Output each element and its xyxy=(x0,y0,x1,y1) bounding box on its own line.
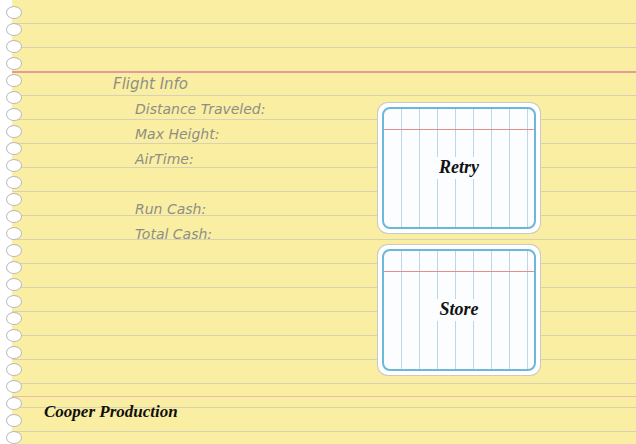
card-face: Store xyxy=(382,249,536,371)
cash-stats: Run Cash:Total Cash: xyxy=(113,197,378,247)
binding-hole xyxy=(6,244,22,257)
binding-hole xyxy=(6,57,22,70)
spiral-binding xyxy=(0,0,34,444)
binding-hole xyxy=(6,312,22,325)
binding-hole xyxy=(6,397,22,410)
results-body: Flight InfoDistance Traveled:Max Height:… xyxy=(34,0,636,375)
binding-hole xyxy=(6,193,22,206)
binding-hole xyxy=(6,159,22,172)
binding-hole xyxy=(6,210,22,223)
button-label: Retry xyxy=(436,157,482,179)
binding-hole xyxy=(6,74,22,87)
credit-text: Cooper Production xyxy=(34,402,636,444)
cash-label: Run Cash: xyxy=(135,197,378,222)
action-buttons: Retry Store xyxy=(378,103,540,375)
binding-hole xyxy=(6,329,22,342)
card-face: Retry xyxy=(382,107,536,229)
binding-hole xyxy=(6,108,22,121)
index-card-button[interactable]: Retry xyxy=(378,103,540,233)
binding-hole xyxy=(6,227,22,240)
binding-hole xyxy=(6,380,22,393)
binding-hole xyxy=(6,295,22,308)
stat-label: Max Height: xyxy=(135,122,378,147)
binding-hole xyxy=(6,91,22,104)
binding-hole xyxy=(6,176,22,189)
binding-hole xyxy=(6,125,22,138)
binding-hole xyxy=(6,6,22,19)
binding-hole xyxy=(6,23,22,36)
results-sheet: Flight InfoDistance Traveled:Max Height:… xyxy=(34,0,636,444)
binding-hole xyxy=(6,40,22,53)
notebook-paper: Flight InfoDistance Traveled:Max Height:… xyxy=(0,0,636,444)
flight-stats: Distance Traveled:Max Height:AirTime: xyxy=(113,97,378,172)
binding-hole xyxy=(6,414,22,427)
cash-label: Total Cash: xyxy=(135,222,378,247)
button-label: Store xyxy=(436,299,481,321)
binding-hole xyxy=(6,431,22,444)
flight-info-panel: Flight InfoDistance Traveled:Max Height:… xyxy=(113,72,378,375)
stat-label: AirTime: xyxy=(135,147,378,172)
binding-hole xyxy=(6,261,22,274)
index-card-button[interactable]: Store xyxy=(378,245,540,375)
stat-label: Distance Traveled: xyxy=(135,97,378,122)
binding-hole xyxy=(6,278,22,291)
panel-title: Flight Info xyxy=(113,72,378,97)
binding-hole xyxy=(6,363,22,376)
binding-hole xyxy=(6,142,22,155)
binding-hole xyxy=(6,346,22,359)
